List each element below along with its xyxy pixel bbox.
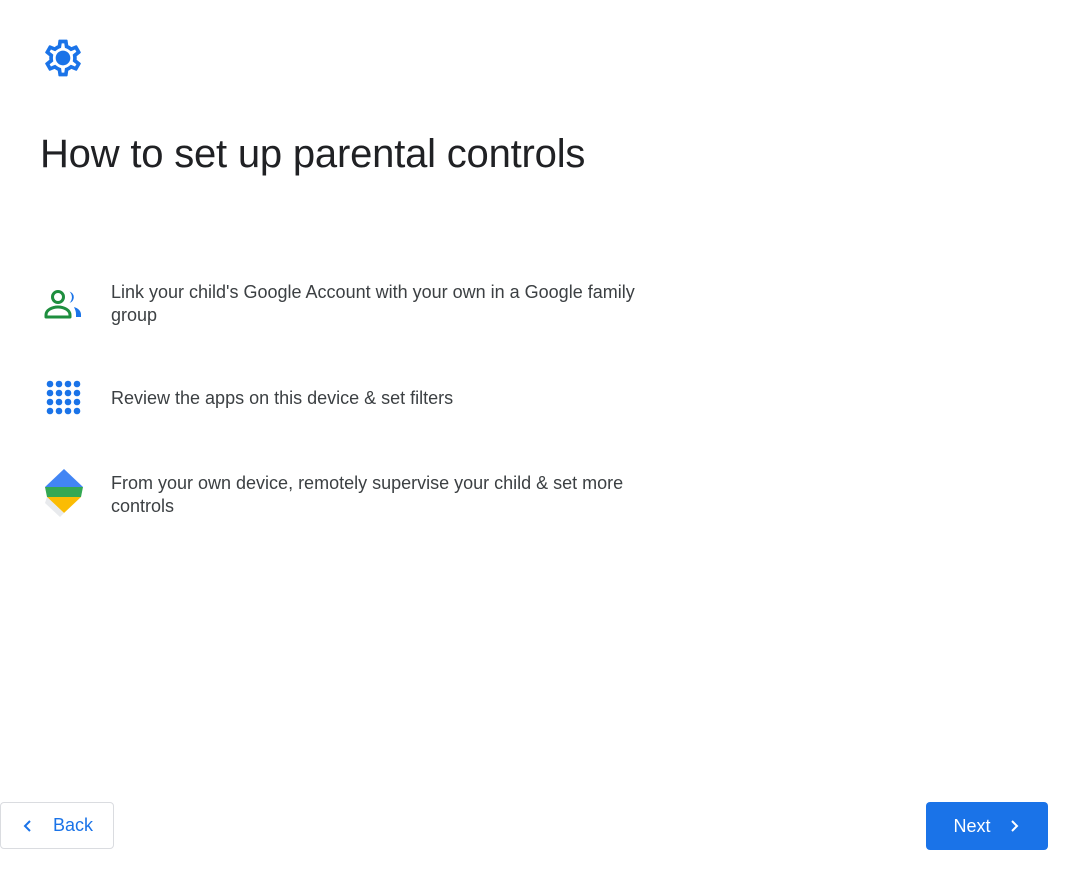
list-item: Link your child's Google Account with yo… — [40, 280, 640, 328]
gear-icon — [41, 36, 85, 80]
chevron-right-icon — [1007, 819, 1021, 833]
setup-page: How to set up parental controls Link you… — [0, 0, 1074, 882]
list-item: Review the apps on this device & set fil… — [40, 374, 640, 422]
back-label: Back — [52, 815, 94, 835]
apps-grid-icon — [40, 374, 88, 422]
chevron-left-icon — [21, 819, 35, 833]
page-title: How to set up parental controls — [40, 132, 586, 176]
family-link-icon — [40, 469, 88, 519]
step-text: Link your child's Google Account with yo… — [111, 282, 635, 325]
next-label: Next — [953, 815, 991, 836]
list-item: From your own device, remotely supervise… — [40, 469, 640, 519]
step-text: From your own device, remotely supervise… — [111, 473, 624, 516]
next-button[interactable]: Next — [926, 802, 1048, 850]
family-group-icon — [40, 280, 88, 328]
back-button[interactable]: Back — [0, 802, 114, 849]
step-text: Review the apps on this device & set fil… — [111, 387, 454, 408]
